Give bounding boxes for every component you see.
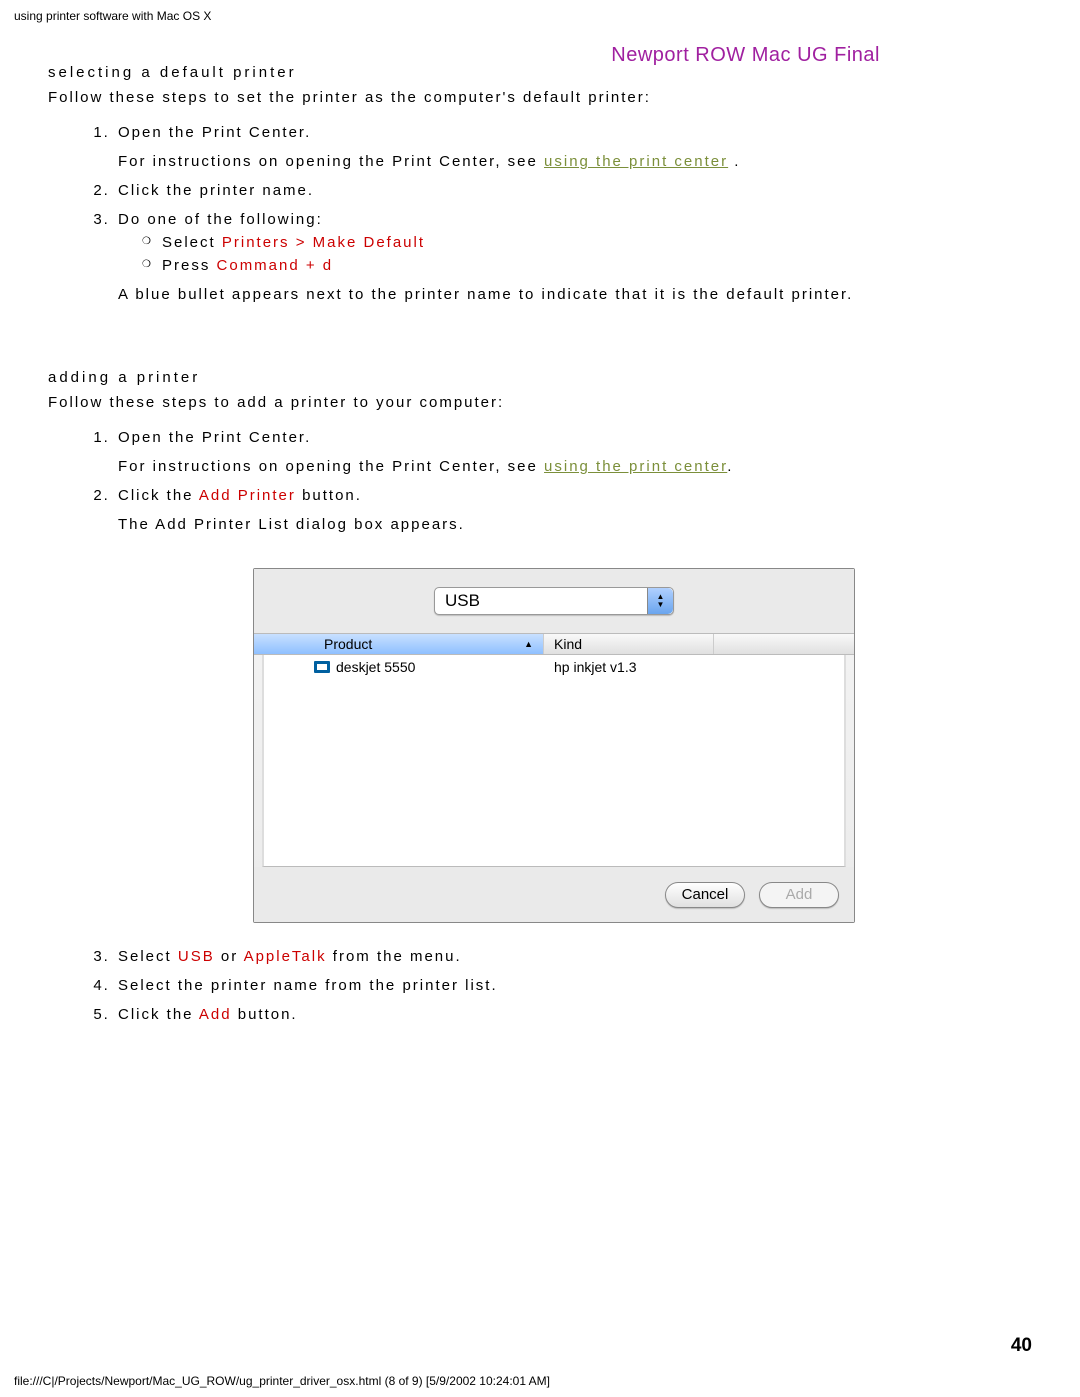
col-label: Product: [324, 636, 372, 652]
usb-red: USB: [178, 948, 215, 965]
dialog-button-bar: Cancel Add: [254, 867, 854, 922]
step-text: Open the Print Center.: [118, 124, 311, 141]
column-headers: Product ▲ Kind: [254, 633, 854, 655]
text: .: [728, 153, 740, 170]
steps-list-2: Open the Print Center. For instructions …: [48, 429, 1008, 1023]
footer-file-path: file:///C|/Projects/Newport/Mac_UG_ROW/u…: [14, 1374, 550, 1388]
page-header: using printer software with Mac OS X: [14, 9, 211, 23]
text: or: [215, 948, 244, 965]
step-text: Do one of the following:: [118, 211, 323, 228]
dialog-top-bar: USB ▲▼: [254, 569, 854, 633]
step-sub-text: The Add Printer List dialog box appears.: [118, 516, 1008, 533]
step-2: Click the printer name.: [116, 182, 1008, 199]
step-5: Click the Add button.: [116, 1006, 1008, 1023]
col-label: Kind: [554, 636, 582, 652]
text: Click the: [118, 487, 199, 504]
printer-icon: [314, 661, 330, 673]
step-4: Select the printer name from the printer…: [116, 977, 1008, 994]
text: .: [727, 458, 733, 475]
cell-product: deskjet 5550: [264, 659, 544, 675]
add-red: Add: [199, 1006, 232, 1023]
section-heading-adding-printer: adding a printer: [48, 369, 1008, 386]
sort-indicator-icon: ▲: [524, 639, 533, 649]
text: Select: [118, 948, 178, 965]
add-printer-red: Add Printer: [199, 487, 296, 504]
cell-kind: hp inkjet v1.3: [544, 659, 844, 675]
col-header-product[interactable]: Product ▲: [254, 634, 544, 654]
section-heading-select-default: selecting a default printer: [48, 64, 1008, 81]
document-content: selecting a default printer Follow these…: [48, 52, 1008, 1035]
cancel-button[interactable]: Cancel: [665, 882, 745, 908]
text: For instructions on opening the Print Ce…: [118, 458, 544, 475]
intro-text: Follow these steps to add a printer to y…: [48, 394, 1008, 411]
step-body: For instructions on opening the Print Ce…: [118, 458, 1008, 475]
add-printer-dialog: USB ▲▼ Product ▲ Kind: [253, 568, 855, 923]
step-3: Do one of the following: Select Printers…: [116, 211, 1008, 303]
sub-item: Press Command + d: [142, 257, 1008, 274]
result-text: A blue bullet appears next to the printe…: [118, 286, 1008, 303]
dialog-screenshot: USB ▲▼ Product ▲ Kind: [253, 568, 855, 923]
steps-list-1: Open the Print Center. For instructions …: [48, 124, 1008, 303]
text: from the menu.: [327, 948, 462, 965]
text: Press: [162, 257, 217, 274]
intro-text: Follow these steps to set the printer as…: [48, 89, 1008, 106]
step-1: Open the Print Center. For instructions …: [116, 429, 1008, 475]
text: button.: [232, 1006, 298, 1023]
shortcut-red: Command + d: [217, 257, 334, 274]
link-using-print-center[interactable]: using the print center: [544, 153, 728, 170]
appletalk-red: AppleTalk: [244, 948, 327, 965]
menu-path-red: Printers > Make Default: [222, 234, 425, 251]
col-header-kind[interactable]: Kind: [544, 634, 714, 654]
sub-list: Select Printers > Make Default Press Com…: [118, 234, 1008, 274]
page-number: 40: [1011, 1335, 1032, 1357]
sub-item: Select Printers > Make Default: [142, 234, 1008, 251]
step-1: Open the Print Center. For instructions …: [116, 124, 1008, 170]
connection-popup[interactable]: USB ▲▼: [434, 587, 674, 615]
text: button.: [296, 487, 362, 504]
text: Click the: [118, 1006, 199, 1023]
printer-list[interactable]: deskjet 5550 hp inkjet v1.3: [262, 655, 846, 867]
add-button[interactable]: Add: [759, 882, 839, 908]
step-text: Open the Print Center.: [118, 429, 311, 446]
link-using-print-center[interactable]: using the print center: [544, 458, 727, 475]
text: Select: [162, 234, 222, 251]
step-2: Click the Add Printer button. The Add Pr…: [116, 487, 1008, 923]
table-row[interactable]: deskjet 5550 hp inkjet v1.3: [264, 655, 844, 679]
popup-arrows-icon: ▲▼: [647, 588, 673, 614]
text: For instructions on opening the Print Ce…: [118, 153, 544, 170]
product-name: deskjet 5550: [336, 659, 415, 675]
step-body: For instructions on opening the Print Ce…: [118, 153, 1008, 170]
step-3: Select USB or AppleTalk from the menu.: [116, 948, 1008, 965]
popup-value: USB: [445, 591, 480, 611]
